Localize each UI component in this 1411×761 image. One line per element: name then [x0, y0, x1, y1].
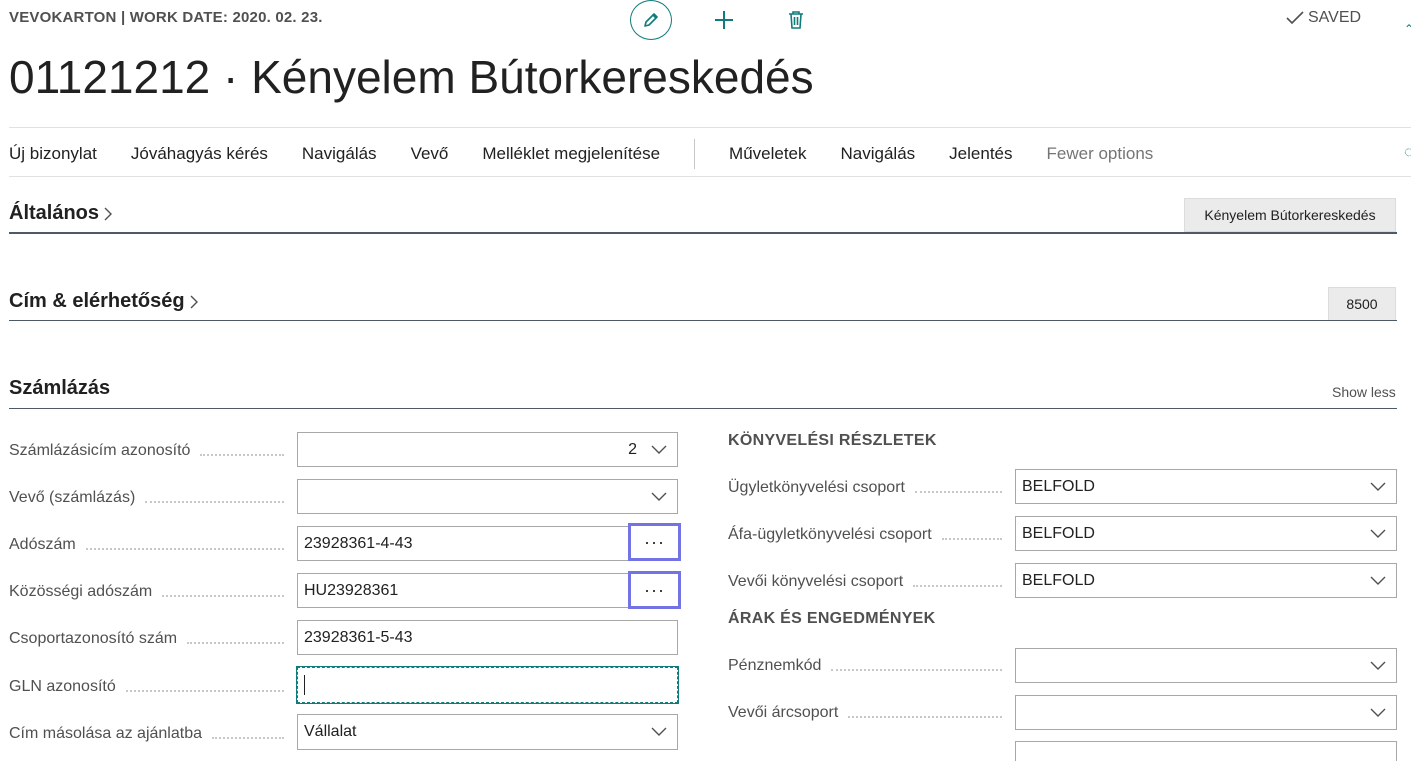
action-navigate[interactable]: Navigálás	[302, 144, 377, 164]
action-navigate-2[interactable]: Navigálás	[841, 144, 916, 164]
edit-button[interactable]	[630, 0, 672, 40]
section-general-summary: Kényelem Bútorkereskedés	[1184, 198, 1396, 232]
field-label: Vevő (számlázás)	[9, 487, 294, 509]
field-label-text: Vevői könyvelési csoport	[728, 573, 904, 590]
field-label-text: Vevő (számlázás)	[9, 489, 136, 506]
section-address-header[interactable]: Cím & elérhetőség	[9, 290, 199, 313]
trash-icon	[789, 11, 803, 29]
search-icon[interactable]: ◌	[1404, 144, 1411, 162]
field-label: Vevői árcsoport	[728, 702, 1012, 724]
new-button[interactable]	[702, 0, 746, 40]
copy-address-dropdown[interactable]: Vállalat	[297, 714, 678, 750]
check-icon	[1286, 11, 1304, 25]
action-report[interactable]: Jelentés	[949, 144, 1012, 164]
action-new-document[interactable]: Új bizonylat	[9, 144, 97, 164]
gln-field[interactable]	[296, 666, 679, 704]
page-title: 01121212 · Kényelem Bútorkereskedés	[9, 51, 814, 103]
action-operations[interactable]: Műveletek	[729, 144, 806, 164]
gen-bus-posting-group-dropdown[interactable]: BELFOLD	[1015, 469, 1397, 504]
eu-vat-number-field[interactable]: HU23928361	[297, 573, 678, 608]
chevron-right-icon	[104, 207, 113, 220]
divider	[9, 127, 1411, 128]
field-value: 23928361-4-43	[304, 534, 413, 552]
field-label: GLN azonosító	[9, 676, 294, 698]
customer-price-group-dropdown[interactable]	[1015, 695, 1397, 730]
field-label: Közösségi adószám	[9, 581, 294, 603]
currency-code-dropdown[interactable]	[1015, 648, 1397, 683]
field-label: Csoportazonosító szám	[9, 628, 294, 650]
action-customer[interactable]: Vevő	[411, 144, 449, 164]
next-field-partial[interactable]	[1015, 741, 1397, 761]
field-label-text: Áfa-ügyletkönyvelési csoport	[728, 526, 932, 543]
fewer-options-button[interactable]: Fewer options	[1047, 144, 1154, 164]
section-general-title: Általános	[9, 202, 100, 224]
chevron-down-icon	[1370, 482, 1386, 491]
bill-to-customer-dropdown[interactable]	[297, 479, 678, 514]
section-divider	[9, 408, 1397, 409]
field-label-text: Ügyletkönyvelési csoport	[728, 479, 905, 496]
action-show-attachments[interactable]: Melléklet megjelenítése	[482, 144, 660, 164]
field-label: Áfa-ügyletkönyvelési csoport	[728, 524, 1012, 546]
group-id-field[interactable]: 23928361-5-43	[297, 620, 678, 655]
chevron-right-icon	[190, 295, 198, 308]
field-value: 23928361-5-43	[304, 628, 413, 646]
section-invoicing-title: Számlázás	[9, 377, 111, 399]
plus-icon	[715, 11, 733, 29]
field-label-text: Csoportazonosító szám	[9, 630, 178, 647]
page-caption: VEVOKARTON | WORK DATE: 2020. 02. 23.	[9, 9, 323, 26]
action-separator	[694, 139, 696, 169]
prices-discounts-heading: ÁRAK ÉS ENGEDMÉNYEK	[728, 610, 936, 627]
chevron-down-icon	[651, 445, 667, 454]
field-label-text: Közösségi adószám	[9, 583, 153, 600]
customer-posting-group-dropdown[interactable]: BELFOLD	[1015, 563, 1397, 598]
section-general-header[interactable]: Általános	[9, 202, 113, 225]
vat-bus-posting-group-dropdown[interactable]: BELFOLD	[1015, 516, 1397, 551]
action-bar: Új bizonylat Jóváhagyás kérés Navigálás …	[9, 139, 1187, 169]
section-invoicing-header[interactable]: Számlázás	[9, 377, 110, 400]
section-divider	[9, 320, 1397, 321]
show-less-button[interactable]: Show less	[1332, 384, 1396, 400]
chevron-down-icon	[651, 492, 667, 501]
field-value: 2	[628, 440, 637, 458]
field-label-text: Vevői árcsoport	[728, 704, 839, 721]
posting-details-heading: KÖNYVELÉSI RÉSZLETEK	[728, 432, 937, 449]
vat-number-field[interactable]: 23928361-4-43	[297, 526, 678, 561]
text-caret	[304, 675, 305, 695]
section-address-title: Cím & elérhetőség	[9, 290, 185, 312]
chevron-down-icon	[1370, 529, 1386, 538]
field-label-text: Pénznemkód	[728, 657, 822, 674]
chevron-down-icon	[1370, 661, 1386, 670]
chevron-down-icon	[651, 727, 667, 736]
divider	[9, 176, 1411, 177]
action-request-approval[interactable]: Jóváhagyás kérés	[131, 144, 268, 164]
field-value: BELFOLD	[1022, 477, 1095, 495]
chevron-down-icon	[1370, 576, 1386, 585]
field-label: Ügyletkönyvelési csoport	[728, 477, 1012, 499]
field-value: Vállalat	[304, 723, 357, 740]
collapse-icon[interactable]: ⌃	[1404, 22, 1411, 36]
bill-to-address-dropdown[interactable]: 2	[297, 432, 678, 467]
field-label-text: Számlázásicím azonosító	[9, 442, 191, 459]
field-label-text: GLN azonosító	[9, 678, 116, 695]
assist-edit-button[interactable]: ···	[628, 523, 681, 561]
section-divider	[9, 232, 1397, 234]
assist-edit-button[interactable]: ···	[628, 571, 681, 609]
chevron-down-icon	[1370, 708, 1386, 717]
field-label-text: Cím másolása az ajánlatba	[9, 725, 202, 742]
field-label: Pénznemkód	[728, 655, 1012, 677]
field-label: Cím másolása az ajánlatba	[9, 723, 294, 745]
section-address-summary: 8500	[1328, 287, 1396, 321]
field-value: BELFOLD	[1022, 524, 1095, 542]
saved-label: SAVED	[1308, 9, 1362, 26]
field-value: BELFOLD	[1022, 571, 1095, 589]
delete-button[interactable]	[774, 0, 818, 40]
saved-status: SAVED	[1286, 9, 1361, 27]
field-label: Számlázásicím azonosító	[9, 440, 294, 462]
field-label: Adószám	[9, 534, 294, 556]
pencil-icon	[644, 13, 658, 27]
field-label: Vevői könyvelési csoport	[728, 571, 1012, 593]
field-value: HU23928361	[304, 581, 399, 599]
field-label-text: Adószám	[9, 536, 76, 553]
